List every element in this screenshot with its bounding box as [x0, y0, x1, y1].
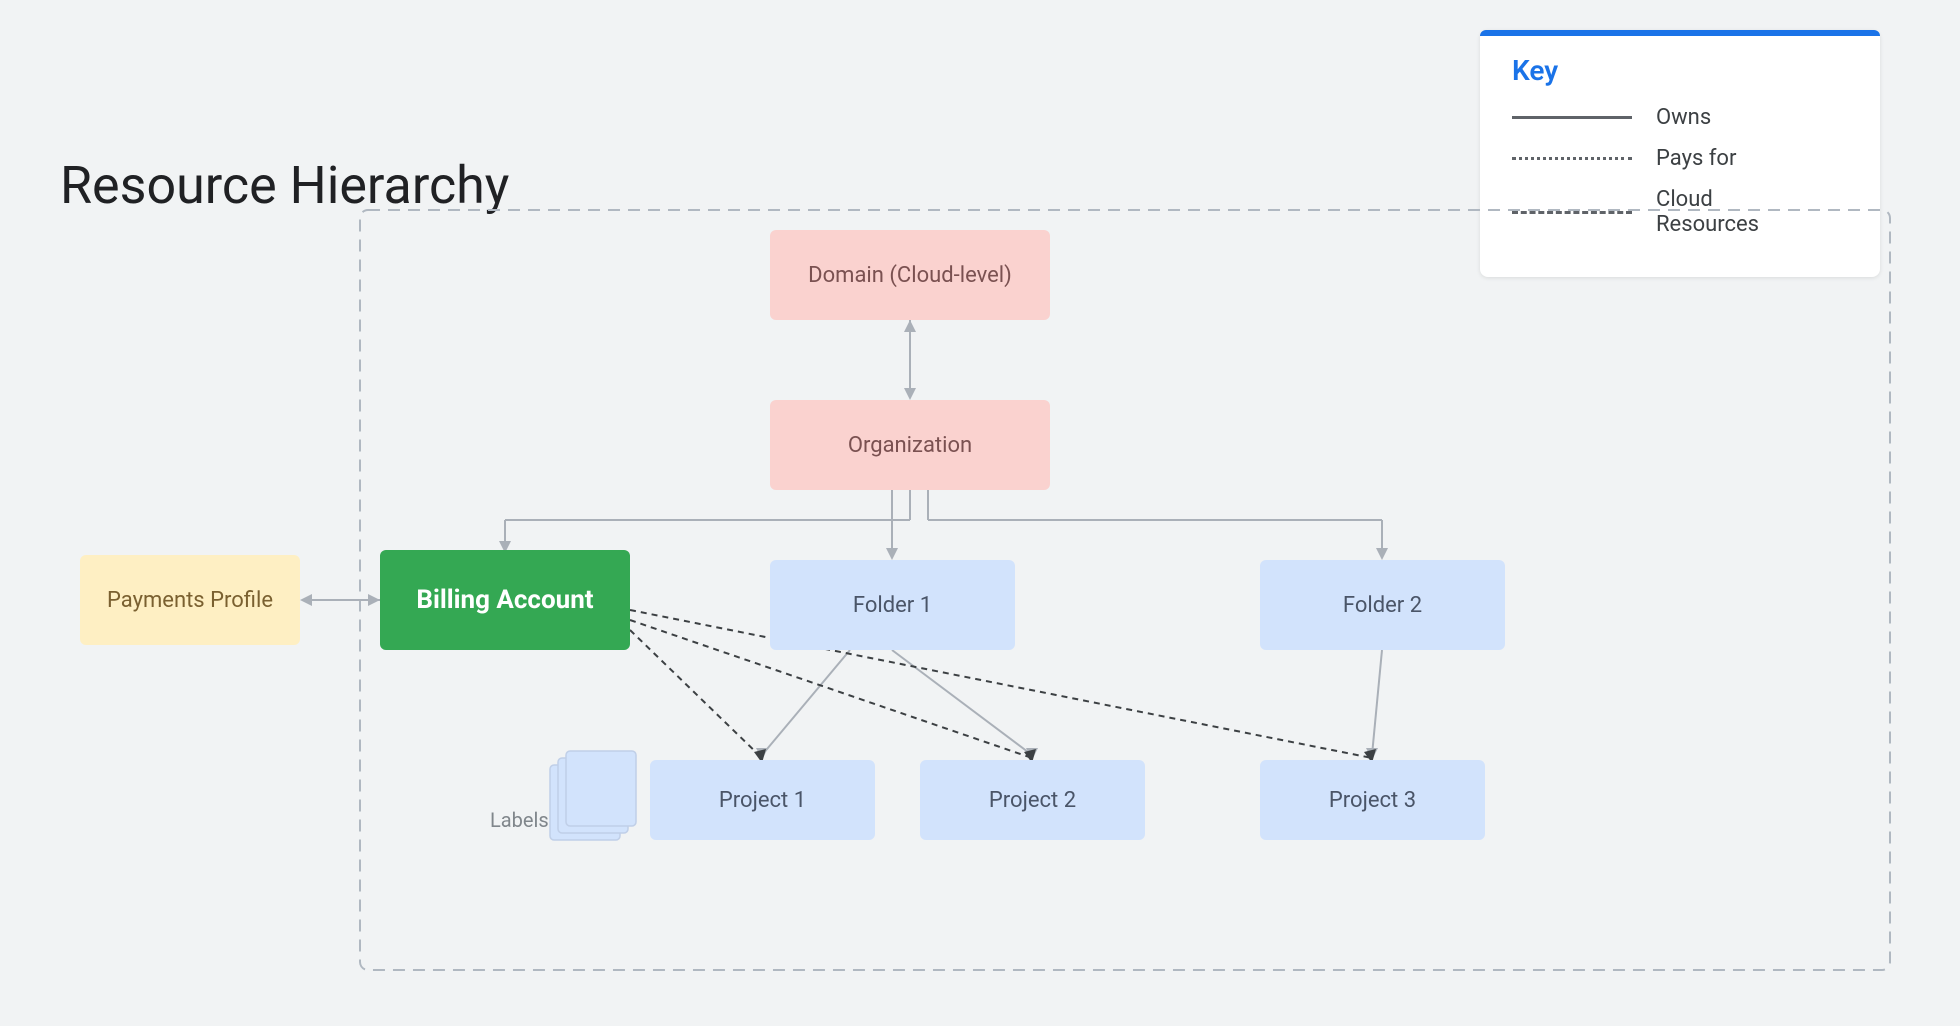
- project2-node: Project 2: [920, 760, 1145, 840]
- billing-account-node: Billing Account: [380, 550, 630, 650]
- key-accent-bar: [1480, 30, 1880, 36]
- key-item-pays: Pays for: [1512, 146, 1848, 171]
- organization-node: Organization: [770, 400, 1050, 490]
- key-title: Key: [1512, 54, 1848, 87]
- diagram: Domain (Cloud-level) Organization Paymen…: [40, 200, 1920, 1000]
- labels-text: Labels: [490, 808, 549, 832]
- labels-document-icon: [530, 740, 660, 850]
- domain-node: Domain (Cloud-level): [770, 230, 1050, 320]
- project3-node: Project 3: [1260, 760, 1485, 840]
- owns-label: Owns: [1656, 105, 1711, 130]
- folder1-node: Folder 1: [770, 560, 1015, 650]
- project1-node: Project 1: [650, 760, 875, 840]
- folder2-node: Folder 2: [1260, 560, 1505, 650]
- pays-label: Pays for: [1656, 146, 1736, 171]
- payments-profile-node: Payments Profile: [80, 555, 300, 645]
- key-item-owns: Owns: [1512, 105, 1848, 130]
- pays-line-icon: [1512, 157, 1632, 160]
- owns-line-icon: [1512, 116, 1632, 119]
